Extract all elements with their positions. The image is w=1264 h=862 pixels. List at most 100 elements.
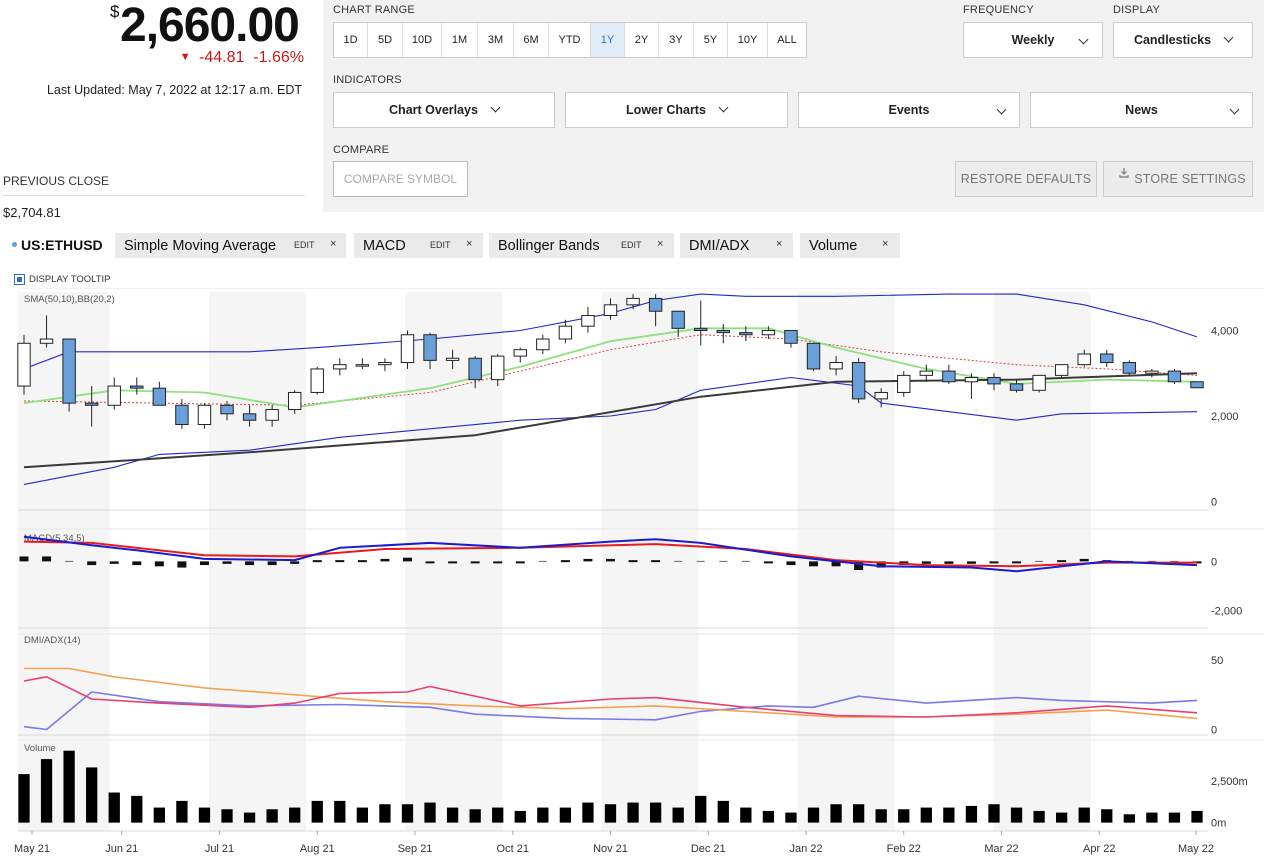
macd-histogram-bar — [132, 561, 142, 566]
volume-bar — [1010, 807, 1023, 823]
events-dropdown[interactable]: Events — [798, 92, 1020, 128]
panel-label: SMA(50,10),BB(20,2) — [24, 294, 115, 305]
volume-bar — [108, 792, 120, 823]
x-tick-label: Feb 22 — [887, 843, 921, 855]
indicator-tag-sma[interactable]: Simple Moving Average EDIT × — [115, 233, 346, 258]
candle-body — [513, 349, 527, 357]
candle-body — [806, 342, 821, 370]
candle-body — [242, 413, 257, 421]
edit-button[interactable]: EDIT — [430, 240, 451, 250]
indicator-tag-label: Volume — [809, 237, 858, 254]
indicator-tag-label: Simple Moving Average — [124, 237, 277, 254]
volume-bar — [988, 804, 1000, 823]
range-6m[interactable]: 6M — [514, 23, 549, 57]
chevron-down-icon — [718, 102, 729, 112]
close-icon[interactable]: × — [466, 238, 472, 250]
candle-body — [874, 391, 888, 400]
volume-bar — [356, 807, 369, 823]
candle-body — [581, 315, 595, 327]
candle-body — [829, 362, 843, 370]
indicator-tag-label: DMI/ADX — [689, 237, 750, 254]
chevron-down-icon — [1078, 34, 1089, 45]
close-icon[interactable]: × — [776, 238, 782, 250]
candle-body — [987, 376, 1001, 385]
lower-charts-dropdown[interactable]: Lower Charts — [565, 92, 788, 128]
close-icon[interactable]: × — [882, 238, 888, 250]
display-value: Candlesticks — [1133, 33, 1212, 47]
close-icon[interactable]: × — [330, 238, 336, 250]
macd-histogram-bar — [989, 561, 999, 564]
display-dropdown[interactable]: Candlesticks — [1113, 22, 1253, 58]
range-all[interactable]: ALL — [768, 23, 806, 57]
range-3m[interactable]: 3M — [478, 23, 514, 57]
range-1m[interactable]: 1M — [442, 23, 478, 57]
candle-body — [468, 357, 482, 381]
macd-histogram-bar — [674, 560, 683, 562]
close-icon[interactable]: × — [657, 238, 663, 250]
indicator-tag-bollinger[interactable]: Bollinger Bands EDIT × — [489, 233, 674, 258]
x-tick-label: May 22 — [1178, 843, 1214, 855]
volume-bar — [86, 767, 98, 823]
store-settings-button[interactable]: STORE SETTINGS — [1103, 161, 1253, 197]
x-tick-label: Jul 21 — [205, 843, 234, 855]
macd-histogram-bar — [380, 558, 390, 562]
range-5d[interactable]: 5D — [368, 23, 403, 57]
range-1d[interactable]: 1D — [334, 23, 368, 57]
range-1y[interactable]: 1Y — [591, 23, 625, 57]
indicator-tag-volume[interactable]: Volume × — [800, 233, 900, 258]
compare-symbol-input[interactable]: COMPARE SYMBOL — [333, 161, 468, 197]
macd-histogram-bar — [402, 557, 412, 562]
range-10y[interactable]: 10Y — [728, 23, 768, 57]
candle-body — [175, 404, 189, 426]
range-5y[interactable]: 5Y — [694, 23, 728, 57]
x-tick-label: Oct 21 — [497, 843, 529, 855]
volume-bar — [1123, 814, 1135, 823]
macd-histogram-bar — [470, 561, 480, 564]
display-tooltip-toggle[interactable]: DISPLAY TOOLTIP — [14, 274, 111, 285]
volume-bar — [424, 802, 436, 823]
restore-defaults-button[interactable]: RESTORE DEFAULTS — [955, 161, 1097, 197]
edit-button[interactable]: EDIT — [621, 240, 642, 250]
macd-histogram-bar — [312, 560, 322, 563]
download-icon — [1119, 168, 1129, 178]
candle-body — [378, 362, 392, 366]
lower-charts-label: Lower Charts — [626, 103, 706, 117]
macd-histogram-bar — [966, 561, 976, 564]
macd-histogram-bar — [267, 561, 277, 566]
candle-body — [671, 310, 685, 329]
macd-histogram-bar — [493, 561, 503, 564]
volume-bar — [649, 802, 662, 823]
range-2y[interactable]: 2Y — [625, 23, 659, 57]
volume-bar — [1146, 812, 1158, 823]
y-tick-label: 0m — [1211, 818, 1226, 830]
chart-overlays-dropdown[interactable]: Chart Overlays — [333, 92, 555, 128]
chart-range-selector: 1D 5D 10D 1M 3M 6M YTD 1Y 2Y 3Y 5Y 10Y A… — [333, 22, 807, 58]
candle-body — [17, 342, 31, 387]
candle-body — [851, 362, 866, 400]
stock-chart[interactable]: 0 2,000 4,000 0 -2,000 0 50 0m 2,500m SMA(50,10),… — [0, 288, 1264, 862]
news-label: News — [1125, 103, 1158, 117]
candle-body — [1009, 383, 1024, 391]
candle-body — [491, 355, 505, 381]
macd-histogram-bar — [199, 561, 209, 566]
macd-histogram-bar — [606, 558, 615, 562]
indicator-tag-macd[interactable]: MACD EDIT × — [354, 233, 483, 258]
volume-bar — [717, 800, 729, 823]
indicator-tag-dmi[interactable]: DMI/ADX × — [680, 233, 793, 258]
frequency-dropdown[interactable]: Weekly — [963, 22, 1103, 58]
chevron-down-icon — [996, 104, 1007, 115]
candle-body — [197, 404, 212, 426]
macd-histogram-bar — [1035, 560, 1044, 562]
indicators-label: INDICATORS — [333, 74, 402, 86]
y-tick-label: 0 — [1211, 556, 1217, 568]
range-3y[interactable]: 3Y — [659, 23, 694, 57]
candle-body — [333, 364, 347, 370]
chevron-down-icon — [490, 102, 501, 112]
candle-body — [355, 364, 370, 367]
volume-bar — [559, 807, 572, 823]
volume-bar — [852, 804, 865, 823]
range-ytd[interactable]: YTD — [549, 23, 591, 57]
news-dropdown[interactable]: News — [1030, 92, 1253, 128]
edit-button[interactable]: EDIT — [294, 240, 315, 250]
range-10d[interactable]: 10D — [403, 23, 442, 57]
